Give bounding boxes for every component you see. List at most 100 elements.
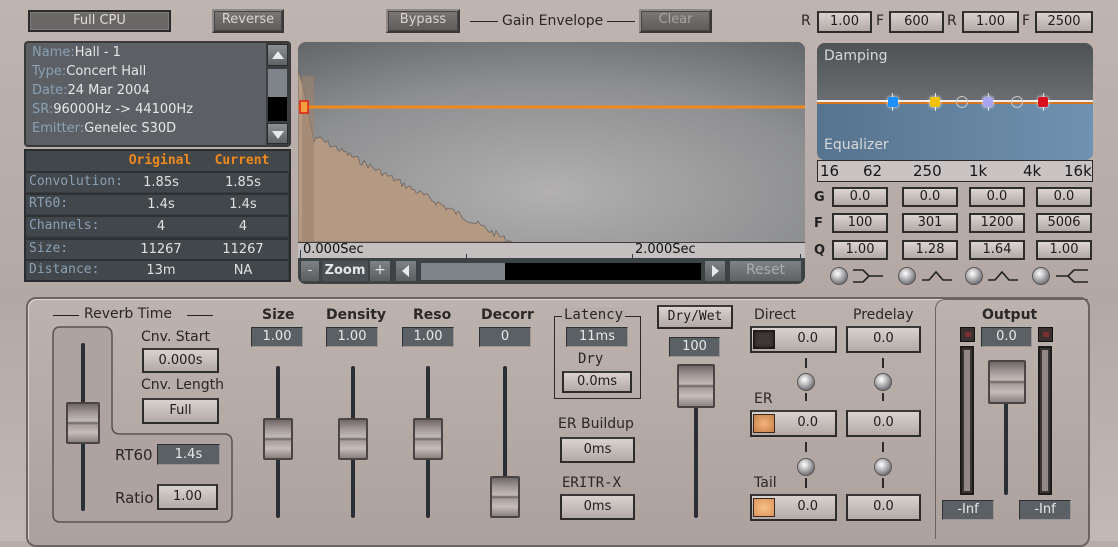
gain-envelope-graph[interactable] [298,42,805,242]
stat-key: Size: [29,241,69,256]
eq-panel[interactable]: Damping Equalizer [817,43,1093,160]
scroll-track[interactable] [268,97,287,121]
stat-original: 1.4s [147,197,175,212]
zoom-out-button[interactable]: - [301,261,319,281]
f1-value[interactable]: 600 [889,11,944,33]
cnv-start-value[interactable]: 0.000s [142,348,219,373]
reso-slider-thumb[interactable] [413,418,443,460]
direct-er-link-button[interactable] [797,373,815,391]
latency-dry-label: Dry [578,351,604,367]
eq-band4-node[interactable] [1038,97,1049,107]
reset-button[interactable]: Reset [730,261,801,281]
band1-gain[interactable]: 0.0 [832,187,888,207]
time-scrollbar[interactable] [421,263,701,280]
rt60-value[interactable]: 1.4s [157,444,220,465]
density-value[interactable]: 1.00 [326,327,378,347]
meter-right-fill [1042,350,1048,491]
band1-enable-led[interactable] [830,267,848,285]
clip-led-left[interactable] [960,327,975,342]
stats-header: Original Current [26,151,289,171]
dry-wet-slider-track[interactable] [694,400,698,518]
output-slider-thumb[interactable] [988,360,1026,404]
cpu-mode-button[interactable]: Full CPU [28,10,171,32]
ir-type-line: Type:Concert Hall [32,64,146,79]
reso-value[interactable]: 1.00 [402,327,454,347]
tail-enable-toggle[interactable] [753,498,775,517]
link-line [805,478,807,488]
envelope-handle[interactable] [299,100,309,114]
scroll-up-button[interactable] [267,44,288,66]
band1-q[interactable]: 1.00 [832,240,888,260]
dry-wet-button[interactable]: Dry/Wet [657,305,733,329]
predelay-direct-value[interactable]: 0.0 [846,326,921,353]
output-label: Output [982,307,1038,323]
zoom-in-button[interactable]: + [370,261,390,281]
output-value[interactable]: 0.0 [981,327,1032,347]
er-label: ER [754,391,773,407]
f2-value[interactable]: 2500 [1035,11,1093,33]
ratio-value[interactable]: 1.00 [157,484,218,510]
damping-node-2[interactable] [1010,96,1023,108]
er-buildup-value[interactable]: 0ms [560,437,635,463]
band4-q[interactable]: 1.00 [1036,240,1092,260]
eq-band3-node[interactable] [983,97,994,107]
direct-mute-toggle[interactable] [753,330,775,349]
time-scroll-thumb[interactable] [421,263,505,280]
scroll-thumb[interactable] [268,69,287,97]
freq-tick: 4k [1023,162,1042,180]
clip-led-left-indicator [965,332,971,337]
density-label: Density [326,307,387,323]
size-slider-thumb[interactable] [263,418,293,460]
decorr-value[interactable]: 0 [479,327,531,347]
ir-sr-line: SR:96000Hz -> 44100Hz [32,102,193,117]
latency-dry-value[interactable]: 0.0ms [562,371,632,393]
eq-freq-label: F [814,216,823,231]
reverb-time-slider-thumb[interactable] [66,402,100,444]
dry-wet-slider-thumb[interactable] [677,364,715,408]
predelay-tail-value[interactable]: 0.0 [846,494,921,521]
direct-label: Direct [754,307,796,323]
band1-freq[interactable]: 100 [832,213,888,233]
bypass-button[interactable]: Bypass [386,9,460,33]
band2-freq[interactable]: 301 [902,213,958,233]
predelay-er-tail-link-button[interactable] [874,458,892,476]
rt60-label: RT60 [115,446,153,464]
density-slider-thumb[interactable] [338,418,368,460]
r2-value[interactable]: 1.00 [962,11,1019,33]
band3-q[interactable]: 1.64 [969,240,1025,260]
band4-enable-led[interactable] [1032,267,1050,285]
band3-freq[interactable]: 1200 [969,213,1025,233]
band3-enable-led[interactable] [965,267,983,285]
clip-led-right[interactable] [1038,327,1053,342]
predelay-er-value[interactable]: 0.0 [846,410,921,437]
dry-wet-value[interactable]: 100 [669,337,720,357]
clear-button[interactable]: Clear [639,9,712,33]
band2-q[interactable]: 1.28 [902,240,958,260]
cnv-length-value[interactable]: Full [142,398,219,424]
er-tail-link-button[interactable] [797,458,815,476]
decorr-slider-thumb[interactable] [490,476,520,518]
eq-band1-node[interactable] [887,97,898,107]
band2-enable-led[interactable] [898,267,916,285]
tail-label: Tail [754,475,777,491]
eritr-value[interactable]: 0ms [560,494,635,520]
damping-node-1[interactable] [955,96,968,108]
ir-info-scrollbar[interactable] [266,43,289,145]
er-enable-toggle[interactable] [753,414,775,433]
band4-freq[interactable]: 5006 [1036,213,1092,233]
size-value[interactable]: 1.00 [251,327,303,347]
scroll-left-button[interactable] [396,261,416,281]
stat-key: Convolution: [29,174,123,189]
band2-gain[interactable]: 0.0 [902,187,958,207]
scroll-down-button[interactable] [267,123,288,144]
band4-gain[interactable]: 0.0 [1036,187,1092,207]
f2-label: F [1022,13,1031,29]
band3-gain[interactable]: 0.0 [969,187,1025,207]
scroll-right-button[interactable] [705,261,725,281]
predelay-direct-er-link-button[interactable] [874,373,892,391]
output-slider-track[interactable] [1004,400,1008,495]
eq-curve[interactable] [817,102,1093,104]
r1-value[interactable]: 1.00 [817,11,872,33]
eq-band2-node[interactable] [930,97,940,107]
reverse-button[interactable]: Reverse [212,9,284,33]
